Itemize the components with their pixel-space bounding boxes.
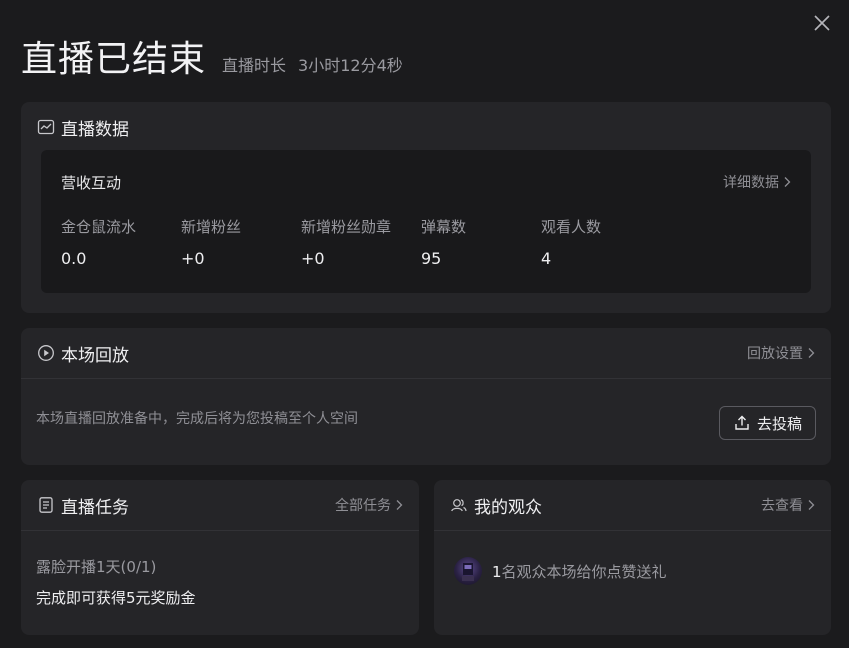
stat-hamster-revenue: 金仓鼠流水 0.0 [61,216,181,268]
revenue-panel: 营收互动 详细数据 金仓鼠流水 0.0 新增粉丝 +0 新增粉丝勋章 +0 弹幕… [41,150,811,293]
upload-button-label: 去投稿 [756,414,802,433]
stat-label: 观看人数 [541,218,602,236]
chevron-right-icon [807,499,815,511]
stat-label: 新增粉丝 [181,218,242,236]
detail-data-link[interactable]: 详细数据 [723,172,791,192]
stat-new-fans: 新增粉丝 +0 [181,216,301,268]
stat-label: 弹幕数 [421,218,467,236]
task-title: 直播任务 [61,497,129,518]
replay-header: 本场回放 回放设置 [21,328,831,378]
audience-count: 1 [492,562,502,581]
task-reward: 完成即可获得5元奖励金 [36,589,196,607]
stat-value: 0.0 [61,249,87,268]
audience-message: 名观众本场给你点赞送礼 [501,562,667,581]
stat-label: 金仓鼠流水 [61,218,137,236]
stat-new-fan-medals: 新增粉丝勋章 +0 [301,216,421,268]
upload-button[interactable]: 去投稿 [718,406,816,440]
task-header: 直播任务 全部任务 [21,480,419,530]
audience-summary: 1名观众本场给你点赞送礼 [454,557,667,585]
replay-card: 本场回放 回放设置 本场直播回放准备中，完成后将为您投稿至个人空间 去投稿 [21,328,831,465]
play-icon [37,344,55,362]
view-audience-label: 去查看 [761,498,803,514]
view-audience-link[interactable]: 去查看 [761,495,815,515]
revenue-section-title: 营收互动 [61,174,122,192]
document-icon [37,496,55,514]
replay-title: 本场回放 [61,345,129,366]
duration-label: 直播时长 [222,56,287,75]
stat-danmaku-count: 弹幕数 95 [421,216,541,268]
header: 直播已结束 直播时长 3小时12分4秒 [21,30,403,82]
users-icon [450,496,468,514]
live-ended-dialog: 直播已结束 直播时长 3小时12分4秒 直播数据 营收互动 详细数据 金仓鼠流水… [0,0,849,648]
divider [21,530,419,531]
live-data-card: 直播数据 营收互动 详细数据 金仓鼠流水 0.0 新增粉丝 +0 新增粉丝勋章 … [21,102,831,313]
chart-icon [37,118,55,136]
chevron-right-icon [395,499,403,511]
audience-header: 我的观众 去查看 [434,480,831,530]
stat-value: 4 [541,249,552,268]
replay-settings-link[interactable]: 回放设置 [747,343,815,363]
chevron-right-icon [807,347,815,359]
live-data-header: 直播数据 [21,102,831,152]
stat-label: 新增粉丝勋章 [301,218,392,236]
audience-title: 我的观众 [474,497,542,518]
upload-icon [733,414,751,432]
replay-settings-label: 回放设置 [747,346,803,362]
stat-value: +0 [181,249,205,268]
all-tasks-label: 全部任务 [335,498,391,514]
all-tasks-link[interactable]: 全部任务 [335,495,403,515]
close-icon[interactable] [811,12,833,34]
audience-card: 我的观众 去查看 1名观众本场给你点赞送礼 [434,480,831,635]
avatar[interactable] [454,557,482,585]
task-name: 露脸开播1天(0/1) [36,558,157,576]
stat-value: 95 [421,249,442,268]
chevron-right-icon [783,176,791,188]
stat-viewers: 观看人数 4 [541,216,661,268]
stat-value: +0 [301,249,325,268]
divider [21,378,831,379]
divider [434,530,831,531]
page-title: 直播已结束 [21,39,207,80]
live-task-card: 直播任务 全部任务 露脸开播1天(0/1) 完成即可获得5元奖励金 [21,480,419,635]
replay-description: 本场直播回放准备中，完成后将为您投稿至个人空间 [36,411,358,427]
duration-value: 3小时12分4秒 [298,56,403,75]
detail-data-link-label: 详细数据 [723,175,779,191]
live-data-title: 直播数据 [61,119,129,140]
